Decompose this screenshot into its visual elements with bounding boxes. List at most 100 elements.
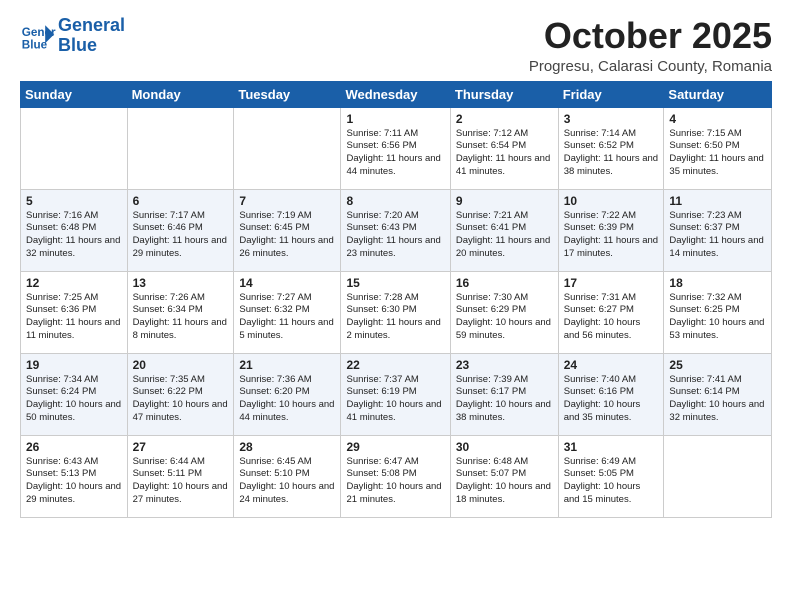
weekday-header-saturday: Saturday	[664, 81, 772, 107]
day-number: 14	[239, 276, 335, 290]
cell-info: Sunrise: 7:35 AM Sunset: 6:22 PM Dayligh…	[133, 374, 229, 425]
cell-info: Sunrise: 6:43 AM Sunset: 5:13 PM Dayligh…	[26, 456, 122, 507]
week-row-0: 1 Sunrise: 7:11 AM Sunset: 6:56 PM Daylig…	[21, 107, 772, 189]
calendar-cell: 28 Sunrise: 6:45 AM Sunset: 5:10 PM Dayli…	[234, 435, 341, 517]
calendar: SundayMondayTuesdayWednesdayThursdayFrid…	[20, 81, 772, 518]
calendar-cell: 24 Sunrise: 7:40 AM Sunset: 6:16 PM Dayli…	[558, 353, 664, 435]
cell-info: Sunrise: 6:45 AM Sunset: 5:10 PM Dayligh…	[239, 456, 335, 507]
cell-info: Sunrise: 7:14 AM Sunset: 6:52 PM Dayligh…	[564, 128, 659, 179]
logo-line1: General	[58, 16, 125, 36]
calendar-cell: 27Sunrise: 6:44 AM Sunset: 5:11 PM Dayli…	[127, 435, 234, 517]
day-number: 10	[564, 194, 659, 208]
calendar-cell: 1 Sunrise: 7:11 AM Sunset: 6:56 PM Daylig…	[341, 107, 450, 189]
calendar-cell	[664, 435, 772, 517]
day-number: 16	[456, 276, 553, 290]
calendar-cell: 15 Sunrise: 7:28 AM Sunset: 6:30 PM Dayli…	[341, 271, 450, 353]
calendar-cell: 4Sunrise: 7:15 AM Sunset: 6:50 PM Daylig…	[664, 107, 772, 189]
cell-info: Sunrise: 7:22 AM Sunset: 6:39 PM Dayligh…	[564, 210, 659, 261]
day-number: 7	[239, 194, 335, 208]
cell-info: Sunrise: 7:16 AM Sunset: 6:48 PM Dayligh…	[26, 210, 122, 261]
calendar-cell: 21Sunrise: 7:36 AM Sunset: 6:20 PM Dayli…	[234, 353, 341, 435]
weekday-header-monday: Monday	[127, 81, 234, 107]
calendar-cell: 8 Sunrise: 7:20 AM Sunset: 6:43 PM Daylig…	[341, 189, 450, 271]
calendar-cell: 13 Sunrise: 7:26 AM Sunset: 6:34 PM Dayli…	[127, 271, 234, 353]
calendar-cell: 31Sunrise: 6:49 AM Sunset: 5:05 PM Dayli…	[558, 435, 664, 517]
weekday-header-thursday: Thursday	[450, 81, 558, 107]
logo-line2: Blue	[58, 36, 125, 56]
calendar-cell: 30 Sunrise: 6:48 AM Sunset: 5:07 PM Dayli…	[450, 435, 558, 517]
calendar-cell: 14 Sunrise: 7:27 AM Sunset: 6:32 PM Dayli…	[234, 271, 341, 353]
day-number: 15	[346, 276, 444, 290]
logo: General Blue General Blue	[20, 16, 125, 56]
month-title: October 2025	[529, 16, 772, 56]
calendar-cell: 16 Sunrise: 7:30 AM Sunset: 6:29 PM Dayli…	[450, 271, 558, 353]
day-number: 20	[133, 358, 229, 372]
cell-info: Sunrise: 7:34 AM Sunset: 6:24 PM Dayligh…	[26, 374, 122, 425]
cell-info: Sunrise: 7:11 AM Sunset: 6:56 PM Dayligh…	[346, 128, 444, 179]
calendar-cell: 10 Sunrise: 7:22 AM Sunset: 6:39 PM Dayli…	[558, 189, 664, 271]
cell-info: Sunrise: 7:41 AM Sunset: 6:14 PM Dayligh…	[669, 374, 766, 425]
cell-info: Sunrise: 7:28 AM Sunset: 6:30 PM Dayligh…	[346, 292, 444, 343]
calendar-cell: 17 Sunrise: 7:31 AM Sunset: 6:27 PM Dayli…	[558, 271, 664, 353]
cell-info: Sunrise: 7:39 AM Sunset: 6:17 PM Dayligh…	[456, 374, 553, 425]
day-number: 22	[346, 358, 444, 372]
day-number: 9	[456, 194, 553, 208]
week-row-1: 5 Sunrise: 7:16 AM Sunset: 6:48 PM Daylig…	[21, 189, 772, 271]
day-number: 12	[26, 276, 122, 290]
calendar-cell: 12Sunrise: 7:25 AM Sunset: 6:36 PM Dayli…	[21, 271, 128, 353]
cell-info: Sunrise: 6:48 AM Sunset: 5:07 PM Dayligh…	[456, 456, 553, 507]
weekday-header-sunday: Sunday	[21, 81, 128, 107]
cell-info: Sunrise: 7:26 AM Sunset: 6:34 PM Dayligh…	[133, 292, 229, 343]
day-number: 5	[26, 194, 122, 208]
page-container: General Blue General Blue October 2025 P…	[0, 0, 792, 528]
calendar-cell: 22 Sunrise: 7:37 AM Sunset: 6:19 PM Dayli…	[341, 353, 450, 435]
cell-info: Sunrise: 7:30 AM Sunset: 6:29 PM Dayligh…	[456, 292, 553, 343]
logo-text: General Blue	[58, 16, 125, 56]
cell-info: Sunrise: 7:23 AM Sunset: 6:37 PM Dayligh…	[669, 210, 766, 261]
day-number: 13	[133, 276, 229, 290]
weekday-header-wednesday: Wednesday	[341, 81, 450, 107]
day-number: 24	[564, 358, 659, 372]
day-number: 29	[346, 440, 444, 454]
calendar-cell: 7Sunrise: 7:19 AM Sunset: 6:45 PM Daylig…	[234, 189, 341, 271]
day-number: 17	[564, 276, 659, 290]
cell-info: Sunrise: 7:40 AM Sunset: 6:16 PM Dayligh…	[564, 374, 659, 425]
calendar-cell: 25 Sunrise: 7:41 AM Sunset: 6:14 PM Dayli…	[664, 353, 772, 435]
logo-icon: General Blue	[20, 18, 56, 54]
cell-info: Sunrise: 7:27 AM Sunset: 6:32 PM Dayligh…	[239, 292, 335, 343]
day-number: 8	[346, 194, 444, 208]
calendar-cell	[234, 107, 341, 189]
day-number: 30	[456, 440, 553, 454]
cell-info: Sunrise: 7:17 AM Sunset: 6:46 PM Dayligh…	[133, 210, 229, 261]
day-number: 3	[564, 112, 659, 126]
day-number: 25	[669, 358, 766, 372]
day-number: 18	[669, 276, 766, 290]
day-number: 4	[669, 112, 766, 126]
day-number: 31	[564, 440, 659, 454]
weekday-header-row: SundayMondayTuesdayWednesdayThursdayFrid…	[21, 81, 772, 107]
cell-info: Sunrise: 7:20 AM Sunset: 6:43 PM Dayligh…	[346, 210, 444, 261]
weekday-header-tuesday: Tuesday	[234, 81, 341, 107]
day-number: 2	[456, 112, 553, 126]
day-number: 28	[239, 440, 335, 454]
day-number: 11	[669, 194, 766, 208]
calendar-cell: 2 Sunrise: 7:12 AM Sunset: 6:54 PM Daylig…	[450, 107, 558, 189]
calendar-cell	[21, 107, 128, 189]
calendar-cell: 3 Sunrise: 7:14 AM Sunset: 6:52 PM Daylig…	[558, 107, 664, 189]
day-number: 1	[346, 112, 444, 126]
weekday-header-friday: Friday	[558, 81, 664, 107]
cell-info: Sunrise: 7:31 AM Sunset: 6:27 PM Dayligh…	[564, 292, 659, 343]
day-number: 27	[133, 440, 229, 454]
week-row-4: 26Sunrise: 6:43 AM Sunset: 5:13 PM Dayli…	[21, 435, 772, 517]
cell-info: Sunrise: 7:37 AM Sunset: 6:19 PM Dayligh…	[346, 374, 444, 425]
day-number: 19	[26, 358, 122, 372]
calendar-cell: 19 Sunrise: 7:34 AM Sunset: 6:24 PM Dayli…	[21, 353, 128, 435]
cell-info: Sunrise: 7:12 AM Sunset: 6:54 PM Dayligh…	[456, 128, 553, 179]
calendar-cell: 18 Sunrise: 7:32 AM Sunset: 6:25 PM Dayli…	[664, 271, 772, 353]
cell-info: Sunrise: 7:32 AM Sunset: 6:25 PM Dayligh…	[669, 292, 766, 343]
location: Progresu, Calarasi County, Romania	[529, 58, 772, 75]
calendar-cell: 20 Sunrise: 7:35 AM Sunset: 6:22 PM Dayli…	[127, 353, 234, 435]
cell-info: Sunrise: 7:36 AM Sunset: 6:20 PM Dayligh…	[239, 374, 335, 425]
title-block: October 2025 Progresu, Calarasi County, …	[529, 16, 772, 75]
header: General Blue General Blue October 2025 P…	[20, 16, 772, 75]
